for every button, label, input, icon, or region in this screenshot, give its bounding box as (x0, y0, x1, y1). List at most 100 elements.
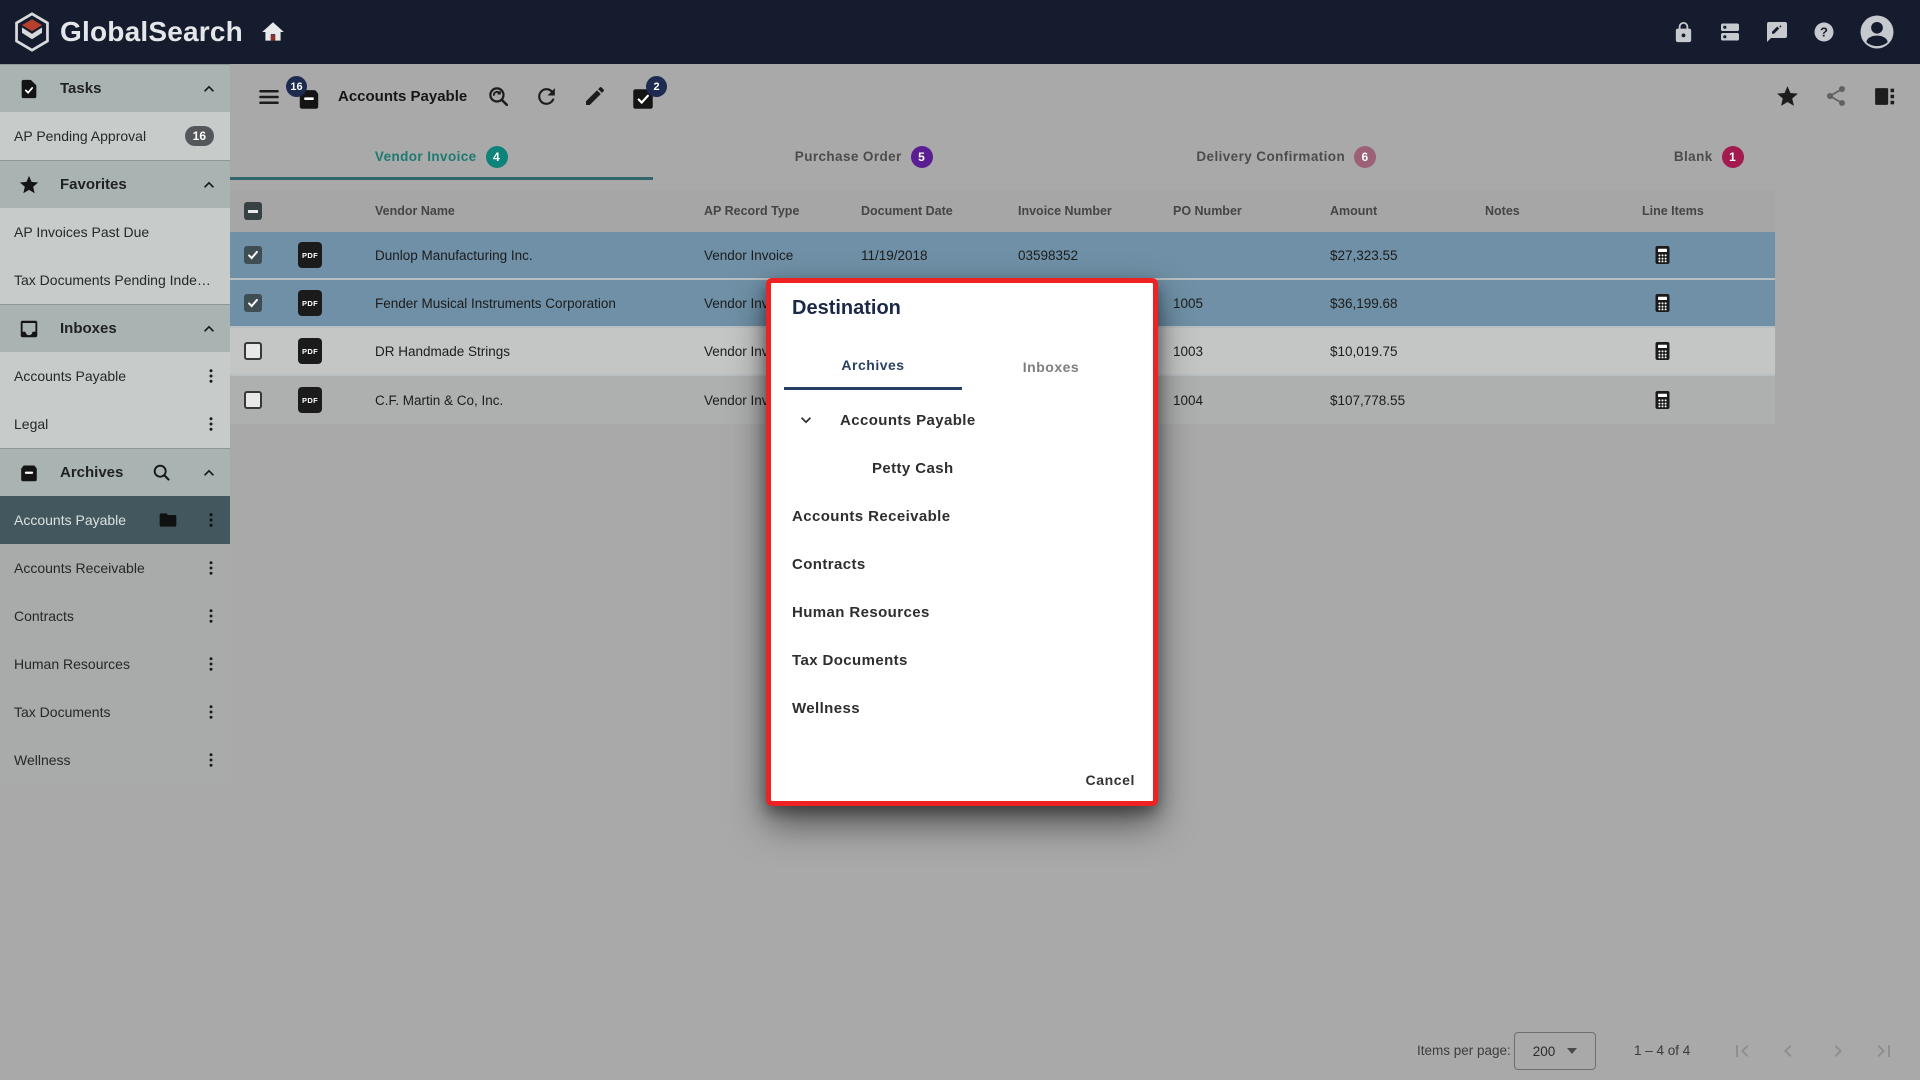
items-per-page-label: Items per page: (1417, 1043, 1511, 1058)
chevron-up-icon[interactable] (199, 319, 219, 339)
row-checkbox[interactable] (244, 246, 262, 264)
column-header[interactable]: Amount (1330, 190, 1377, 232)
app: GlobalSearch ? Tasks AP Pending Approval… (0, 0, 1920, 1080)
column-header[interactable]: Invoice Number (1018, 190, 1112, 232)
next-page-icon[interactable] (1826, 1039, 1850, 1063)
sidebar-section-archives[interactable]: Archives (0, 448, 230, 496)
sidebar-item-archive-tax-documents[interactable]: Tax Documents (0, 688, 230, 736)
help-icon[interactable]: ? (1812, 20, 1836, 44)
sidebar-item-tax-documents-pending[interactable]: Tax Documents Pending Inde… (0, 256, 230, 304)
kebab-menu-icon[interactable] (202, 367, 220, 385)
pdf-document-icon[interactable]: PDF (298, 338, 322, 364)
item-label: Wellness (14, 752, 71, 768)
tree-item-accounts-receivable[interactable]: Accounts Receivable (771, 492, 1153, 540)
sidebar-item-archive-wellness[interactable]: Wellness (0, 736, 230, 784)
queues-icon[interactable] (1718, 20, 1742, 44)
sidebar-item-inbox-legal[interactable]: Legal (0, 400, 230, 448)
tab-label: Purchase Order (794, 149, 902, 164)
share-icon[interactable] (1824, 84, 1848, 108)
chevron-up-icon[interactable] (199, 79, 219, 99)
folder-icon (158, 510, 178, 530)
cell-document-date: 11/19/2018 (861, 247, 928, 263)
line-items-calculator-icon[interactable] (1650, 328, 1674, 374)
chevron-up-icon[interactable] (199, 175, 219, 195)
column-header[interactable]: AP Record Type (704, 190, 799, 232)
line-items-calculator-icon[interactable] (1650, 376, 1674, 424)
line-items-calculator-icon[interactable] (1650, 280, 1674, 326)
tab-inboxes[interactable]: Inboxes (962, 343, 1140, 390)
first-page-icon[interactable] (1730, 1039, 1754, 1063)
menu-hamburger-icon[interactable] (256, 84, 282, 110)
search-icon[interactable] (151, 462, 172, 483)
select-all-checkbox[interactable] (244, 202, 262, 220)
column-header[interactable]: Notes (1485, 190, 1520, 232)
cancel-button[interactable]: Cancel (1085, 772, 1135, 788)
pdf-document-icon[interactable]: PDF (298, 387, 322, 413)
tab-vendor-invoice[interactable]: Vendor Invoice 4 (230, 133, 653, 180)
tree-item-accounts-payable[interactable]: Accounts Payable (771, 396, 1153, 444)
kebab-menu-icon[interactable] (202, 511, 220, 529)
tasks-complete-icon[interactable]: 2 (630, 76, 667, 112)
sidebar-item-ap-invoices-past-due[interactable]: AP Invoices Past Due (0, 208, 230, 256)
row-checkbox[interactable] (244, 391, 262, 409)
range-label: 1 – 4 of 4 (1634, 1043, 1691, 1058)
tree-item-wellness[interactable]: Wellness (771, 684, 1153, 732)
archive-inbox-icon[interactable]: 16 (286, 76, 322, 112)
tree-item-tax-documents[interactable]: Tax Documents (771, 636, 1153, 684)
kebab-menu-icon[interactable] (202, 415, 220, 433)
row-checkbox[interactable] (244, 294, 262, 312)
column-header[interactable]: Document Date (861, 190, 953, 232)
pagination-bar: Items per page: 200 1 – 4 of 4 (1400, 1030, 1920, 1074)
account-avatar-icon[interactable] (1859, 14, 1895, 50)
tree-item-label: Accounts Receivable (792, 507, 951, 525)
pdf-document-icon[interactable]: PDF (298, 290, 322, 316)
page-size-select[interactable]: 200 (1514, 1032, 1596, 1070)
line-items-calculator-icon[interactable] (1650, 232, 1674, 278)
sidebar-section-inboxes[interactable]: Inboxes (0, 304, 230, 352)
sidebar-item-archive-accounts-payable[interactable]: Accounts Payable (0, 496, 230, 544)
column-header[interactable]: PO Number (1173, 190, 1242, 232)
sidebar-section-tasks[interactable]: Tasks (0, 64, 230, 112)
sidebar-item-archive-accounts-receivable[interactable]: Accounts Receivable (0, 544, 230, 592)
tree-item-label: Wellness (792, 699, 860, 717)
kebab-menu-icon[interactable] (202, 559, 220, 577)
kebab-menu-icon[interactable] (202, 607, 220, 625)
chevron-up-icon[interactable] (199, 463, 219, 483)
tree-item-human-resources[interactable]: Human Resources (771, 588, 1153, 636)
tab-label: Blank (1673, 149, 1713, 164)
tab-archives[interactable]: Archives (784, 343, 962, 390)
tab-delivery-confirmation[interactable]: Delivery Confirmation 6 (1075, 133, 1498, 180)
navbar-actions: ? (1672, 0, 1895, 64)
last-page-icon[interactable] (1872, 1039, 1896, 1063)
brand-name: GlobalSearch (60, 16, 243, 47)
section-label: Favorites (60, 176, 127, 193)
split-view-icon[interactable] (1872, 84, 1897, 109)
column-header[interactable]: Vendor Name (375, 190, 455, 232)
sidebar-item-archive-human-resources[interactable]: Human Resources (0, 640, 230, 688)
tree-item-contracts[interactable]: Contracts (771, 540, 1153, 588)
home-icon[interactable] (260, 19, 286, 45)
sidebar-item-ap-pending-approval[interactable]: AP Pending Approval 16 (0, 112, 230, 160)
kebab-menu-icon[interactable] (202, 703, 220, 721)
chevron-down-icon[interactable] (796, 410, 816, 430)
tab-blank[interactable]: Blank 1 (1498, 133, 1920, 180)
favorite-star-icon[interactable] (1775, 84, 1800, 109)
column-header[interactable]: Line Items (1642, 190, 1704, 232)
previous-page-icon[interactable] (1776, 1039, 1800, 1063)
feedback-icon[interactable] (1765, 20, 1789, 44)
sidebar-item-archive-contracts[interactable]: Contracts (0, 592, 230, 640)
table-row[interactable]: PDF Dunlop Manufacturing Inc. Vendor Inv… (230, 232, 1775, 280)
edit-pencil-icon[interactable] (583, 84, 607, 108)
kebab-menu-icon[interactable] (202, 655, 220, 673)
sidebar-section-favorites[interactable]: Favorites (0, 160, 230, 208)
row-checkbox[interactable] (244, 342, 262, 360)
search-again-icon[interactable] (486, 84, 511, 109)
refresh-icon[interactable] (534, 84, 559, 109)
lock-icon[interactable] (1672, 21, 1695, 44)
kebab-menu-icon[interactable] (202, 751, 220, 769)
pdf-document-icon[interactable]: PDF (298, 242, 322, 268)
tab-purchase-order[interactable]: Purchase Order 5 (653, 133, 1076, 180)
tree-item-petty-cash[interactable]: Petty Cash (771, 444, 1153, 492)
sidebar-item-inbox-accounts-payable[interactable]: Accounts Payable (0, 352, 230, 400)
item-label: Human Resources (14, 656, 130, 672)
